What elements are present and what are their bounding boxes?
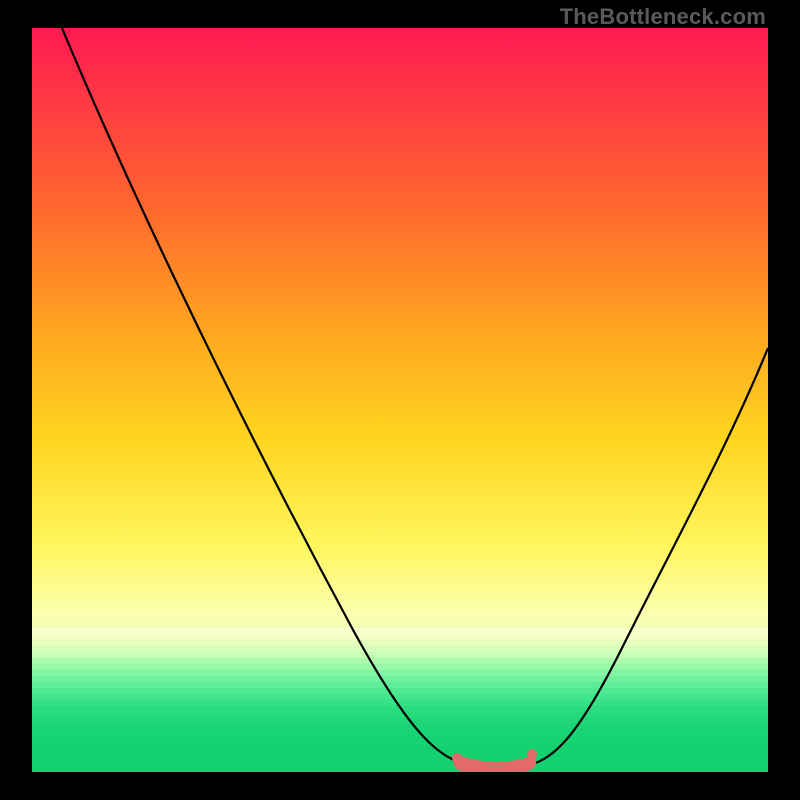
marker-dot-right: [527, 749, 537, 759]
marker-dot-left: [452, 753, 462, 763]
bottleneck-curve: [32, 28, 768, 772]
optimal-flat-marker: [456, 756, 533, 768]
plot-frame: [32, 28, 768, 772]
watermark-text: TheBottleneck.com: [560, 4, 766, 30]
curve-path: [62, 28, 768, 766]
